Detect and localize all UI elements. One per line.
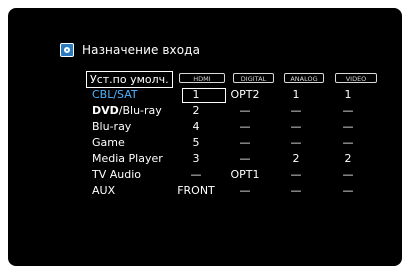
grid-cell[interactable]: 3 bbox=[176, 152, 216, 166]
row-label[interactable]: CBL/SAT bbox=[92, 88, 138, 102]
page-title: Назначение входа bbox=[82, 43, 201, 57]
grid-cell[interactable]: 5 bbox=[176, 136, 216, 150]
grid-cell[interactable]: — bbox=[276, 184, 316, 198]
row-label[interactable]: AUX bbox=[92, 184, 115, 198]
row-label[interactable]: TV Audio bbox=[92, 168, 141, 182]
grid-cell[interactable]: — bbox=[276, 168, 316, 182]
row-label[interactable]: DVD/Blu-ray bbox=[92, 104, 162, 118]
grid-cell[interactable]: — bbox=[328, 168, 368, 182]
grid-cell[interactable]: — bbox=[276, 104, 316, 118]
grid-cell[interactable]: OPT1 bbox=[225, 168, 265, 182]
grid-cell[interactable]: — bbox=[276, 120, 316, 134]
grid-cell[interactable]: — bbox=[225, 184, 265, 198]
grid-cell[interactable]: OPT2 bbox=[225, 88, 265, 102]
grid-cell[interactable]: 1 bbox=[328, 88, 368, 102]
default-button[interactable]: Уст.по умолч. bbox=[86, 71, 173, 88]
grid-cell[interactable]: — bbox=[276, 136, 316, 150]
column-header-digital: DIGITAL bbox=[233, 73, 274, 83]
column-header-analog: ANALOG bbox=[284, 73, 324, 83]
osd-screen: Назначение входа Уст.по умолч. HDMI DIGI… bbox=[8, 8, 402, 266]
grid-cell[interactable]: — bbox=[328, 120, 368, 134]
row-label-bold: DVD bbox=[92, 104, 119, 117]
grid-cell[interactable]: 1 bbox=[276, 88, 316, 102]
row-label-rest: /Blu-ray bbox=[118, 104, 162, 117]
row-label[interactable]: Media Player bbox=[92, 152, 163, 166]
grid-cell[interactable]: FRONT bbox=[176, 184, 216, 198]
grid-cell[interactable]: 2 bbox=[276, 152, 316, 166]
grid-cell[interactable]: — bbox=[176, 168, 216, 182]
grid-cell[interactable]: — bbox=[225, 136, 265, 150]
grid-cell[interactable]: — bbox=[328, 104, 368, 118]
row-label[interactable]: Blu-ray bbox=[92, 120, 131, 134]
row-label[interactable]: Game bbox=[92, 136, 125, 150]
grid-cell[interactable]: 2 bbox=[328, 152, 368, 166]
grid-cell[interactable]: 2 bbox=[176, 104, 216, 118]
column-header-video: VIDEO bbox=[335, 73, 377, 83]
grid-cell[interactable]: — bbox=[328, 136, 368, 150]
grid-cell[interactable]: 1 bbox=[176, 88, 216, 102]
column-header-hdmi: HDMI bbox=[179, 73, 225, 83]
grid-cell[interactable]: — bbox=[225, 104, 265, 118]
grid-cell[interactable]: 4 bbox=[176, 120, 216, 134]
input-assign-icon bbox=[60, 43, 74, 57]
grid-cell[interactable]: — bbox=[328, 184, 368, 198]
title-row: Назначение входа bbox=[60, 41, 200, 59]
grid-cell[interactable]: — bbox=[225, 120, 265, 134]
grid-cell[interactable]: — bbox=[225, 152, 265, 166]
